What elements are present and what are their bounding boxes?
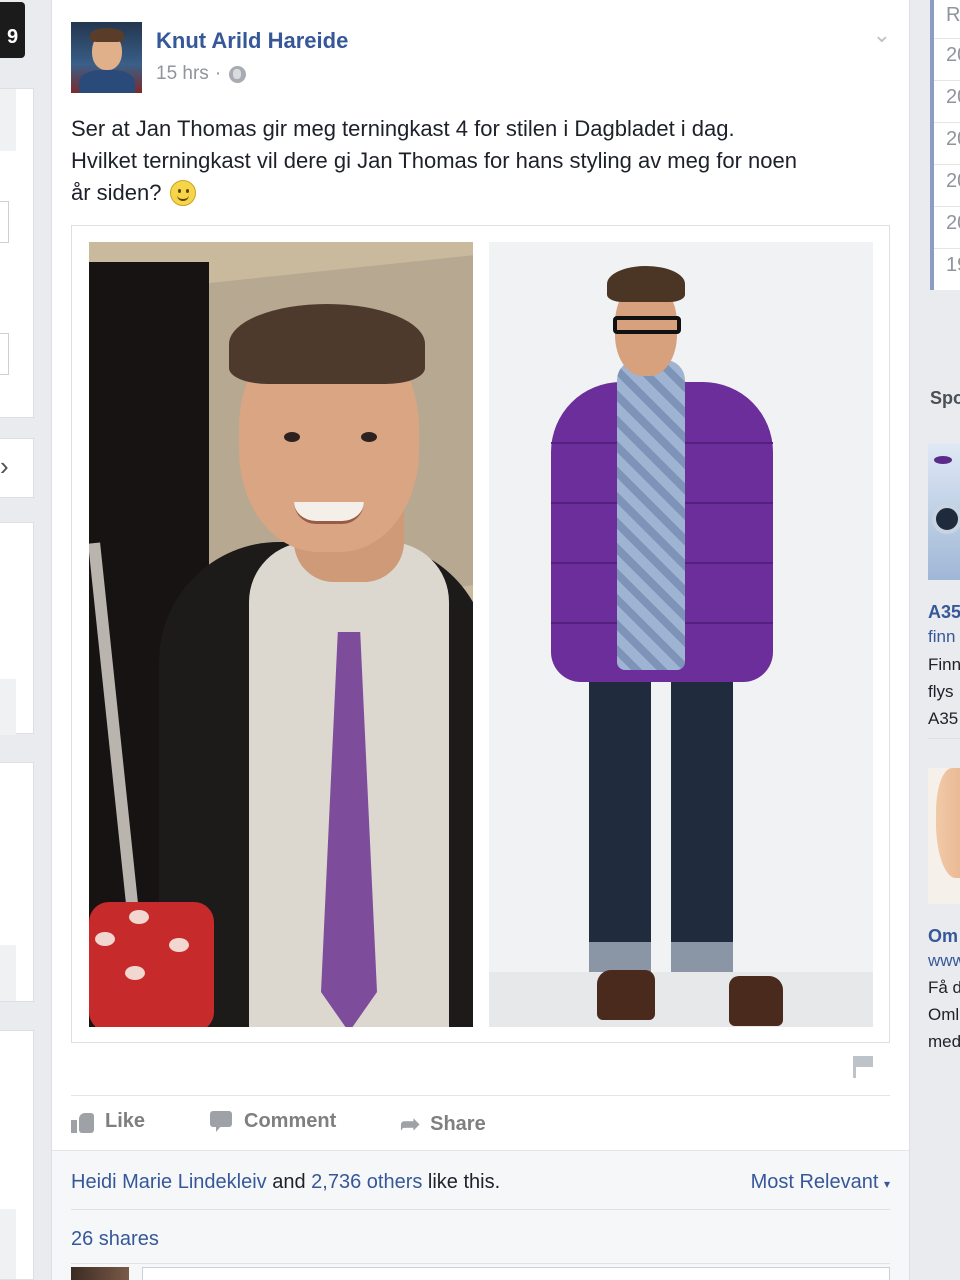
comment-input[interactable] — [142, 1267, 890, 1280]
post-stats: Heidi Marie Lindekleiv and 2,736 others … — [52, 1150, 909, 1280]
ad-title-link[interactable]: Om — [928, 926, 958, 947]
like-button[interactable]: Like — [71, 1110, 145, 1133]
divider — [71, 1209, 890, 1210]
author-name-link[interactable]: Knut Arild Hareide — [156, 28, 348, 54]
left-card-footer — [0, 1209, 16, 1279]
year-link[interactable]: 20 — [946, 86, 960, 109]
post-text-line: år siden? — [71, 177, 901, 209]
left-input-field[interactable] — [0, 201, 9, 243]
year-navigation: R 20 20 20 20 20 19 — [930, 0, 960, 290]
chevron-right-icon[interactable]: › — [0, 451, 9, 482]
share-arrow-icon: ➦ — [400, 1111, 421, 1138]
year-link[interactable]: 20 — [946, 212, 960, 235]
meta-separator: · — [214, 63, 222, 84]
notification-badge[interactable]: 9 — [0, 2, 25, 58]
left-card — [0, 88, 34, 418]
post-timestamp[interactable]: 15 hrs — [156, 63, 209, 85]
left-card — [0, 762, 34, 1002]
glasses — [613, 316, 681, 334]
photo-attachment[interactable] — [71, 225, 890, 1043]
photo-man-in-purple-jacket[interactable] — [489, 242, 873, 1027]
left-nav-card[interactable]: › — [0, 438, 34, 498]
year-link[interactable]: 20 — [946, 44, 960, 67]
left-column: 9 › — [0, 0, 34, 1280]
left-card-header — [0, 89, 16, 151]
comment-bubble-icon — [210, 1110, 234, 1133]
smiley-emoji-icon — [169, 180, 196, 206]
red-die — [89, 902, 214, 1027]
left-input-field[interactable] — [0, 333, 9, 375]
post-text: Ser at Jan Thomas gir meg terningkast 4 … — [71, 113, 901, 209]
ad-url-link[interactable]: www — [928, 951, 960, 971]
author-avatar[interactable] — [71, 22, 142, 93]
ad-text-line: Oml — [928, 1005, 960, 1024]
thumbs-up-icon — [71, 1111, 95, 1133]
photo-man-in-suit[interactable] — [89, 242, 473, 1027]
divider — [71, 1095, 890, 1096]
globe-icon[interactable] — [229, 65, 247, 83]
post-text-line: Ser at Jan Thomas gir meg terningkast 4 … — [71, 116, 735, 141]
left-card — [0, 1030, 34, 1280]
commenter-avatar — [71, 1267, 129, 1280]
post-meta: 15 hrs · — [156, 63, 247, 85]
right-column: R 20 20 20 20 20 19 Spo A35 finn Finn fl… — [912, 0, 960, 1280]
ad-url-link[interactable]: finn — [928, 627, 955, 647]
ad-image[interactable] — [928, 444, 960, 580]
likes-summary: Heidi Marie Lindekleiv and 2,736 others … — [71, 1171, 501, 1193]
post-text-line: Hvilket terningkast vil dere gi Jan Thom… — [71, 148, 797, 173]
left-card-footer — [0, 945, 16, 1001]
ad-text-line: A35 — [928, 709, 959, 728]
blue-scarf — [617, 360, 685, 670]
liker-name-link[interactable]: Heidi Marie Lindekleiv — [71, 1171, 267, 1193]
year-link[interactable]: 20 — [946, 170, 960, 193]
shares-count-link[interactable]: 26 shares — [71, 1228, 159, 1251]
ad-text-line: Få d — [928, 978, 960, 997]
others-link[interactable]: 2,736 others — [311, 1171, 422, 1193]
left-card — [0, 522, 34, 735]
ad-text-line: Finn — [928, 655, 960, 674]
caret-down-icon: ▾ — [883, 1177, 890, 1191]
flag-icon[interactable] — [851, 1056, 875, 1078]
chevron-down-icon[interactable]: ⌄ — [873, 22, 891, 48]
comment-button[interactable]: Comment — [210, 1110, 336, 1133]
post-card: Knut Arild Hareide 15 hrs · ⌄ Ser at Jan… — [51, 0, 910, 1280]
left-card-footer — [0, 679, 16, 735]
share-button[interactable]: ➦ Share — [400, 1110, 486, 1139]
ad-image[interactable] — [928, 768, 960, 904]
ad-text-line: med — [928, 1032, 960, 1051]
sponsored-heading: Spo — [930, 388, 960, 408]
ad-title-link[interactable]: A35 — [928, 602, 960, 623]
year-link[interactable]: 20 — [946, 128, 960, 151]
ad-text-line: flys — [928, 682, 954, 701]
year-link[interactable]: 19 — [946, 254, 960, 277]
divider — [928, 738, 960, 739]
divider — [71, 1263, 890, 1264]
sort-comments-dropdown[interactable]: Most Relevant ▾ — [751, 1171, 890, 1194]
year-nav-header: R — [946, 4, 960, 26]
